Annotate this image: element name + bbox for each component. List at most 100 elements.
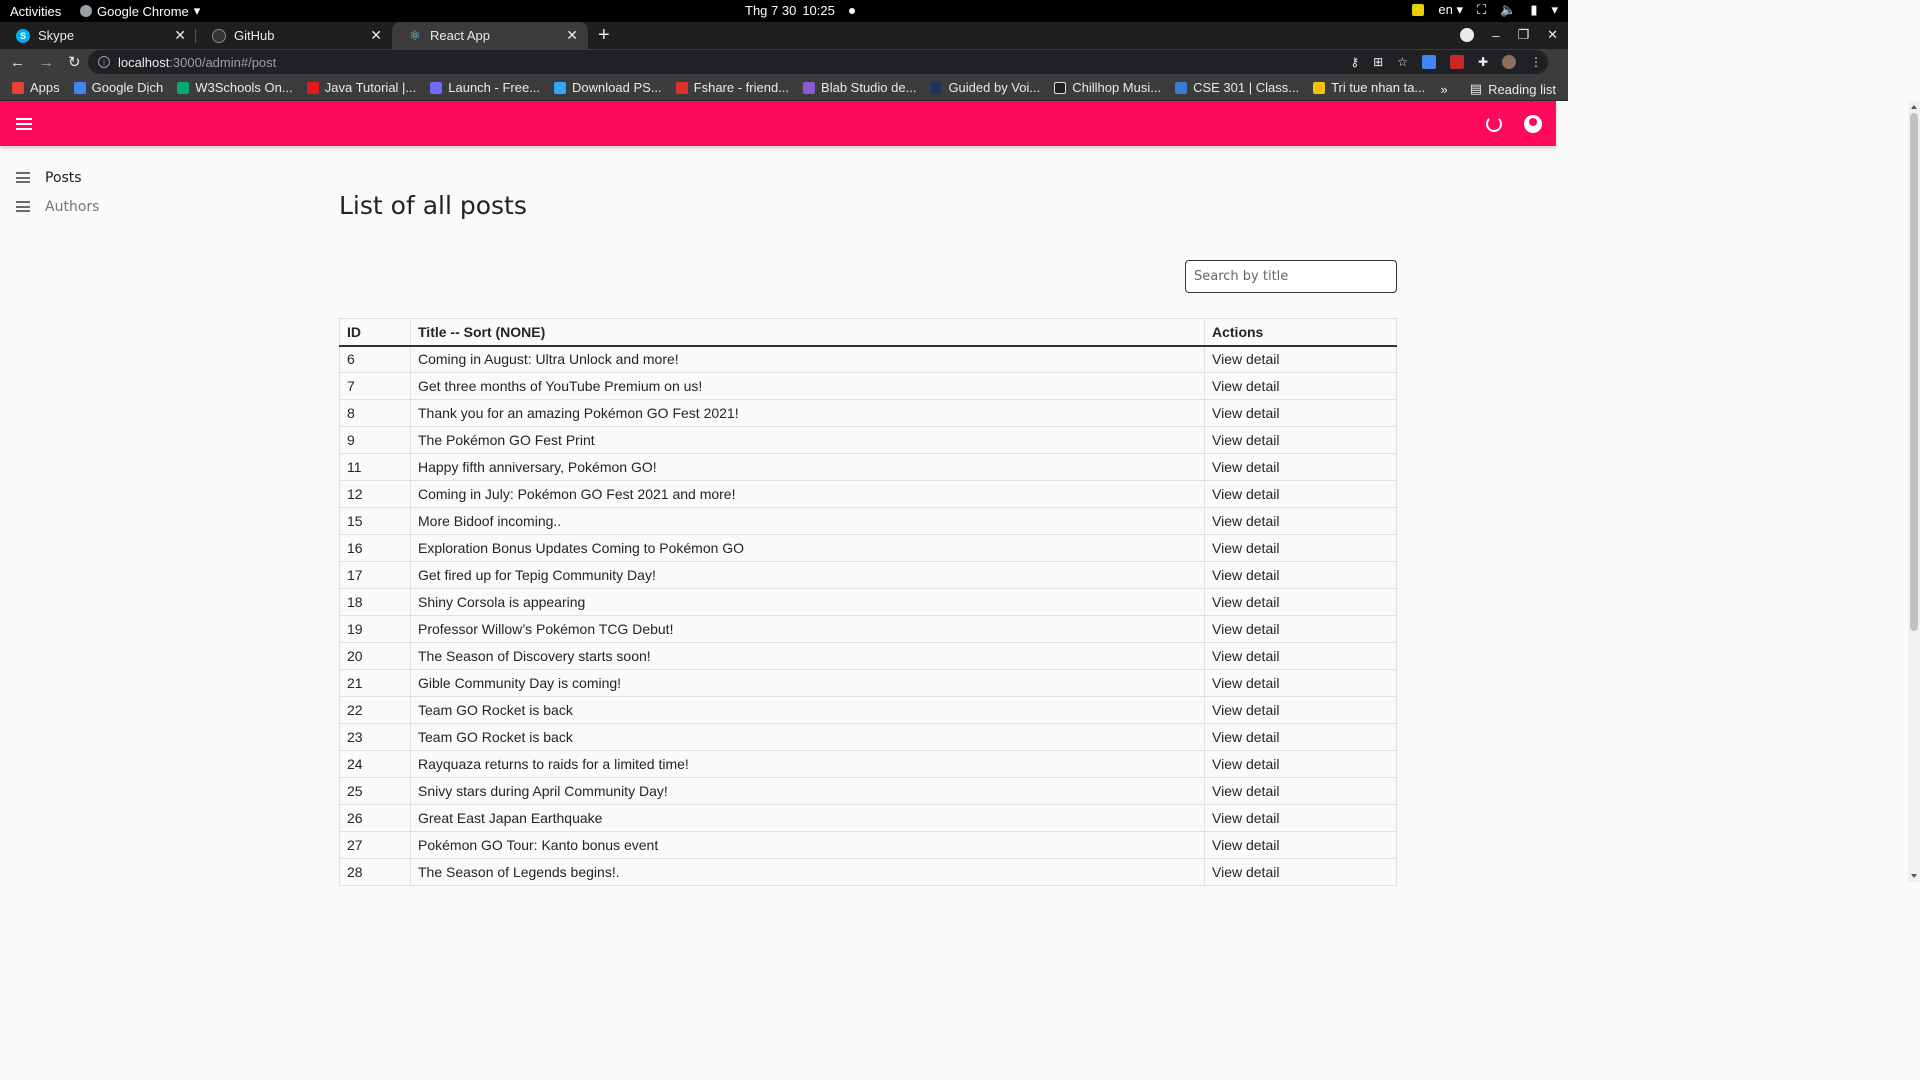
bookmark-item[interactable]: Launch - Free... (430, 80, 540, 95)
view-detail-link[interactable]: View detail (1204, 615, 1397, 643)
bookmark-item[interactable]: Chillhop Musi... (1054, 80, 1161, 95)
google-translate-extension-icon[interactable] (1421, 55, 1436, 69)
bookmark-label: Chillhop Musi... (1072, 80, 1162, 95)
view-detail-link[interactable]: View detail (1204, 831, 1397, 859)
app-bar (0, 101, 1556, 146)
scroll-up-icon[interactable] (1911, 105, 1917, 109)
bookmark-item[interactable]: Java Tutorial |... (306, 80, 416, 95)
bookmark-item[interactable]: Blab Studio de... (803, 80, 916, 95)
view-detail-link[interactable]: View detail (1204, 399, 1397, 427)
view-detail-link[interactable]: View detail (1204, 858, 1397, 886)
menu-icon[interactable] (16, 117, 32, 130)
view-detail-link[interactable]: View detail (1204, 507, 1397, 535)
view-detail-link[interactable]: View detail (1204, 372, 1397, 400)
system-tray[interactable]: en ▾ ⛶ 🔈 ▮ ▾ (1412, 2, 1558, 18)
clock[interactable]: Thg 7 30 10:25 (745, 3, 855, 18)
kebab-menu-icon[interactable]: ⋮ (1530, 55, 1542, 69)
bookmark-item[interactable]: Fshare - friend... (675, 80, 789, 95)
bookmark-item[interactable]: Guided by Voi... (930, 80, 1040, 95)
cell-id: 17 (339, 561, 411, 589)
volume-icon[interactable]: 🔈 (1500, 2, 1516, 18)
network-icon[interactable]: ⛶ (1477, 2, 1486, 18)
maximize-icon[interactable]: ❐ (1517, 27, 1529, 43)
translate-icon[interactable]: ⊞ (1373, 55, 1383, 69)
close-tab-icon[interactable]: ✕ (174, 27, 186, 44)
language-indicator[interactable]: en ▾ (1438, 2, 1463, 18)
system-menu-caret-icon[interactable]: ▾ (1551, 2, 1558, 18)
avatar[interactable] (1502, 55, 1516, 69)
view-detail-link[interactable]: View detail (1204, 723, 1397, 751)
tab-title: GitHub (234, 28, 275, 43)
forward-icon[interactable]: → (39, 54, 54, 71)
close-window-icon[interactable]: ✕ (1547, 27, 1558, 43)
site-info-icon[interactable]: i (98, 56, 110, 68)
tab-skype[interactable]: S Skype ✕ (0, 22, 196, 49)
account-circle-icon[interactable] (1524, 114, 1542, 133)
bookmark-item[interactable]: Download PS... (554, 80, 662, 95)
close-tab-icon[interactable]: ✕ (370, 27, 382, 44)
puzzle-icon[interactable]: ✚ (1478, 55, 1488, 69)
view-detail-link[interactable]: View detail (1204, 453, 1397, 481)
clock-time: 10:25 (802, 3, 835, 18)
extension-icon[interactable] (1449, 55, 1464, 69)
bookmark-item[interactable]: Apps (12, 80, 60, 95)
sidebar-item-posts[interactable]: Posts (0, 163, 240, 192)
view-detail-link[interactable]: View detail (1204, 777, 1397, 805)
column-header-actions: Actions (1204, 318, 1397, 347)
table-row: 20 The Season of Discovery starts soon! Vi… (339, 642, 1397, 670)
tab-title: React App (430, 28, 490, 43)
view-detail-link[interactable]: View detail (1204, 642, 1397, 670)
bookmark-item[interactable]: Google Dịch (73, 80, 163, 95)
bookmark-item[interactable]: Tri tue nhan ta... (1313, 80, 1425, 95)
list-icon (16, 201, 30, 212)
cell-title: More Bidoof incoming.. (410, 507, 1205, 535)
view-detail-link[interactable]: View detail (1204, 426, 1397, 454)
sidebar-item-authors[interactable]: Authors (0, 192, 240, 221)
table-row: 28 The Season of Legends begins!. View det… (339, 858, 1397, 886)
activities-button[interactable]: Activities (0, 4, 80, 19)
cell-title: Exploration Bonus Updates Coming to Poké… (410, 534, 1205, 562)
cell-title: Thank you for an amazing Pokémon GO Fest… (410, 399, 1205, 427)
refresh-icon[interactable] (1486, 115, 1502, 132)
chillhop-icon (1054, 81, 1067, 94)
cell-title: Team GO Rocket is back (410, 723, 1205, 751)
view-detail-link[interactable]: View detail (1204, 750, 1397, 778)
column-header-title-sort[interactable]: Title -- Sort (NONE) (410, 318, 1205, 347)
cell-id: 6 (339, 345, 411, 373)
view-detail-link[interactable]: View detail (1204, 534, 1397, 562)
table-row: 6 Coming in August: Ultra Unlock and more… (339, 345, 1397, 373)
profile-icon[interactable] (1460, 28, 1475, 42)
reading-list-button[interactable]: ▤ Reading list (1470, 81, 1556, 97)
view-detail-link[interactable]: View detail (1204, 696, 1397, 724)
page-scrollbar[interactable] (1908, 101, 1920, 882)
address-bar[interactable]: i localhost:3000/admin#/post ⚷ ⊞ ☆ ✚ ⋮ (88, 50, 1548, 74)
scrollbar-thumb[interactable] (1910, 113, 1918, 631)
view-detail-link[interactable]: View detail (1204, 480, 1397, 508)
new-tab-button[interactable]: + (598, 24, 610, 47)
bookmark-item[interactable]: CSE 301 | Class... (1175, 80, 1299, 95)
reload-icon[interactable]: ↻ (68, 53, 81, 71)
view-detail-link[interactable]: View detail (1204, 588, 1397, 616)
key-icon[interactable]: ⚷ (1350, 55, 1359, 69)
bookmark-label: Tri tue nhan ta... (1331, 80, 1426, 95)
ime-icon[interactable] (1412, 4, 1425, 16)
view-detail-link[interactable]: View detail (1204, 345, 1397, 373)
view-detail-link[interactable]: View detail (1204, 804, 1397, 832)
star-icon[interactable]: ☆ (1397, 55, 1408, 69)
close-tab-icon[interactable]: ✕ (566, 27, 578, 44)
view-detail-link[interactable]: View detail (1204, 561, 1397, 589)
cell-title: Shiny Corsola is appearing (410, 588, 1205, 616)
more-bookmarks-button[interactable]: » (1441, 82, 1448, 97)
battery-icon[interactable]: ▮ (1530, 2, 1537, 18)
bookmarks-right: » ▤ Reading list (1441, 81, 1556, 97)
scroll-down-icon[interactable] (1911, 874, 1917, 878)
minimize-icon[interactable]: – (1492, 28, 1499, 43)
view-detail-link[interactable]: View detail (1204, 669, 1397, 697)
bookmark-item[interactable]: W3Schools On... (177, 80, 293, 95)
tab-github[interactable]: GitHub ✕ (196, 22, 392, 49)
app-menu[interactable]: Google Chrome ▾ (80, 3, 200, 19)
search-input[interactable]: Search by title (1185, 260, 1397, 293)
browser-toolbar: ← → ↻ i localhost:3000/admin#/post ⚷ ⊞ ☆… (0, 49, 1568, 75)
tab-react-app[interactable]: ⚛ React App ✕ (392, 22, 588, 49)
back-icon[interactable]: ← (10, 54, 25, 71)
